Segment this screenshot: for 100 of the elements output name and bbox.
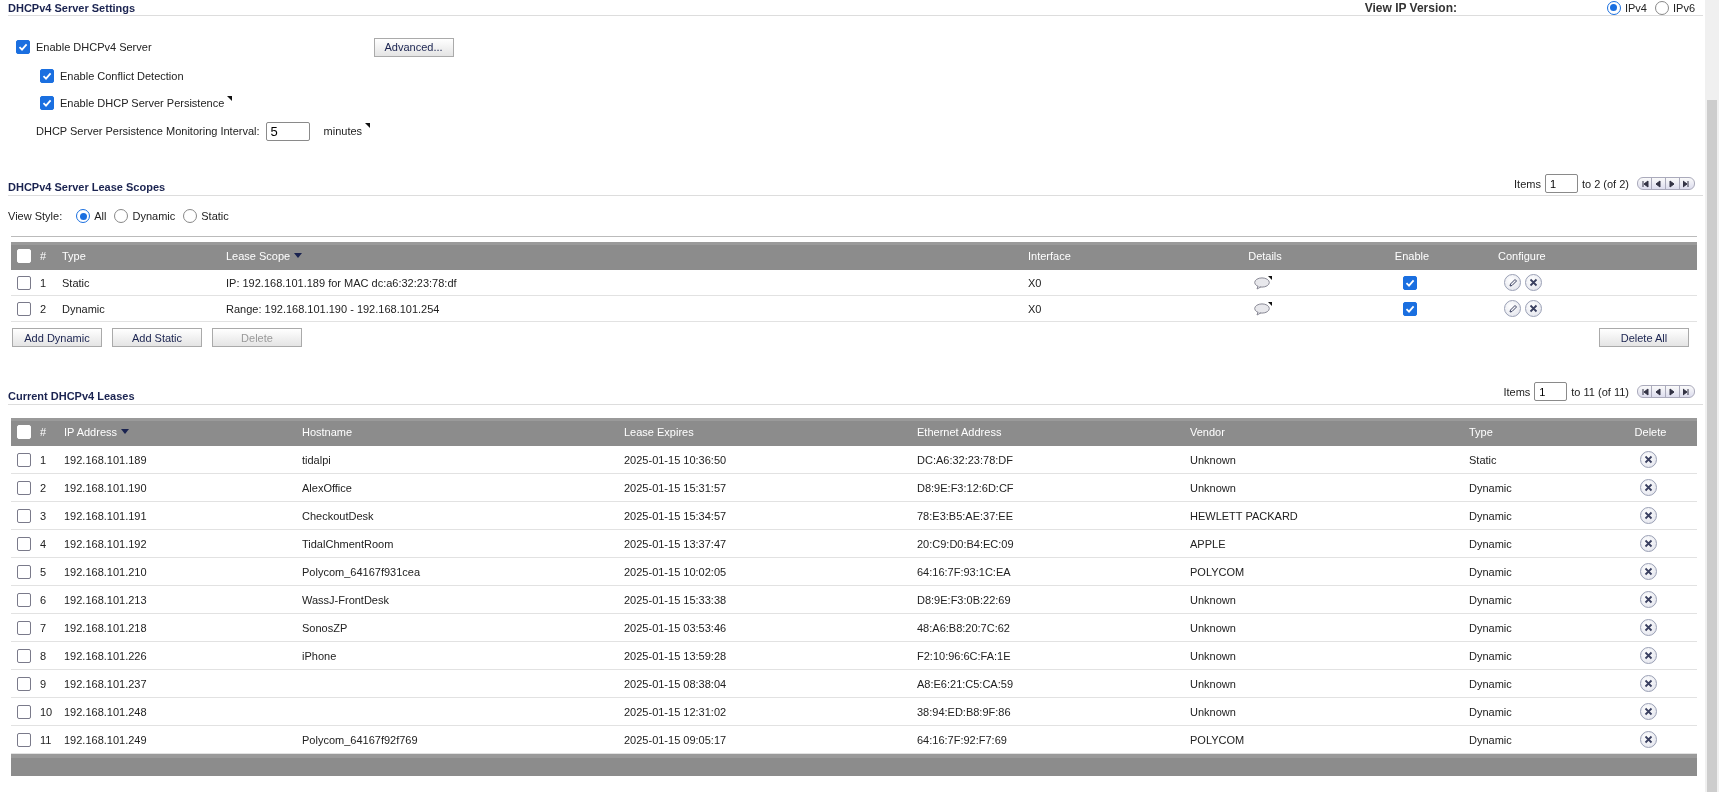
delete-button[interactable] <box>1640 451 1657 468</box>
next-page-button[interactable] <box>1666 386 1680 397</box>
table-cell-text: 5 <box>39 565 48 578</box>
radio-button[interactable] <box>114 209 129 223</box>
delete-all-button[interactable]: Delete All <box>1599 328 1689 347</box>
delete-button[interactable] <box>1640 703 1657 720</box>
page-input[interactable]: 1 <box>1534 382 1568 401</box>
table-cell-text: DC:A6:32:23:78:DF <box>916 453 1014 466</box>
speech-bubble-icon[interactable] <box>1254 301 1272 316</box>
radio-option[interactable]: IPv4 <box>1606 0 1647 15</box>
checkbox[interactable] <box>16 40 30 54</box>
ip-version-label: View IP Version: <box>1364 0 1457 15</box>
table-cell-text: TidalChmentRoom <box>301 537 395 550</box>
row-checkbox[interactable] <box>16 508 31 523</box>
interval-label: DHCP Server Persistence Monitoring Interval: <box>36 125 260 137</box>
table-cell-text: Unknown <box>1189 621 1237 634</box>
delete-button[interactable] <box>1640 619 1657 636</box>
select-all-checkbox[interactable] <box>16 424 31 439</box>
close-icon <box>1644 707 1653 716</box>
checkbox[interactable] <box>40 68 54 83</box>
first-page-icon <box>1640 387 1649 396</box>
delete-button[interactable] <box>1525 274 1542 291</box>
row-checkbox[interactable] <box>16 648 31 663</box>
delete-button[interactable] <box>1640 507 1657 524</box>
column-header[interactable]: Type <box>1465 425 1600 438</box>
row-checkbox[interactable] <box>16 704 31 719</box>
page-input[interactable]: 1 <box>1544 174 1578 193</box>
table-cell-text: X0 <box>1027 302 1043 315</box>
row-checkbox[interactable] <box>16 480 31 495</box>
column-header[interactable]: Lease Expires <box>620 425 913 438</box>
column-header[interactable]: Details <box>1200 249 1326 262</box>
table-cell-text: 2025-01-15 15:31:57 <box>623 481 728 494</box>
radio-option[interactable]: All <box>76 209 107 223</box>
action-button[interactable]: Add Static <box>112 328 202 347</box>
delete-button[interactable] <box>1640 563 1657 580</box>
row-checkbox[interactable] <box>16 676 31 691</box>
delete-button[interactable] <box>1640 535 1657 552</box>
column-header[interactable]: Type <box>58 249 222 262</box>
row-checkbox[interactable] <box>16 301 31 316</box>
column-header[interactable]: # <box>36 249 58 262</box>
table-cell-text: 192.168.101.189 <box>63 453 148 466</box>
enable-checkbox[interactable] <box>1403 301 1417 316</box>
radio-button[interactable] <box>183 209 198 223</box>
row-checkbox[interactable] <box>16 620 31 635</box>
row-checkbox[interactable] <box>16 452 31 467</box>
section-title: DHCPv4 Server Settings <box>8 1 136 14</box>
radio-button[interactable] <box>1606 0 1621 15</box>
column-header[interactable]: Ethernet Address <box>913 425 1186 438</box>
radio-option[interactable]: Static <box>183 209 229 223</box>
delete-button[interactable] <box>1640 591 1657 608</box>
row-checkbox[interactable] <box>16 275 31 290</box>
close-icon <box>1529 278 1538 287</box>
select-all-checkbox[interactable] <box>16 248 31 263</box>
items-label: Items <box>1503 385 1531 398</box>
column-header[interactable]: Configure <box>1494 249 1697 262</box>
next-page-button[interactable] <box>1666 178 1680 189</box>
delete-button[interactable] <box>1640 647 1657 664</box>
column-header[interactable]: Hostname <box>298 425 620 438</box>
table-cell-text: 192.168.101.210 <box>63 565 148 578</box>
radio-button[interactable] <box>76 209 91 223</box>
row-checkbox[interactable] <box>16 564 31 579</box>
interval-input[interactable]: 5 <box>265 121 310 141</box>
column-header[interactable]: Vendor <box>1186 425 1465 438</box>
column-header[interactable]: Enable <box>1326 249 1494 262</box>
action-button[interactable]: Add Dynamic <box>12 328 102 347</box>
advanced-button[interactable]: Advanced... <box>373 37 454 57</box>
table-cell-text: AlexOffice <box>301 481 353 494</box>
row-checkbox[interactable] <box>16 592 31 607</box>
option-label: Enable DHCPv4 Server <box>36 41 152 53</box>
checkbox[interactable] <box>40 95 54 110</box>
items-label: Items <box>1514 177 1541 190</box>
radio-option[interactable]: IPv6 <box>1655 0 1695 15</box>
table-cell-text: 192.168.101.191 <box>63 509 148 522</box>
row-checkbox[interactable] <box>16 732 31 747</box>
radio-option[interactable]: Dynamic <box>114 209 176 223</box>
pencil-icon <box>1507 303 1518 314</box>
speech-bubble-icon[interactable] <box>1254 275 1272 290</box>
table-cell-text: 192.168.101.249 <box>63 733 148 746</box>
enable-checkbox[interactable] <box>1403 275 1417 290</box>
table-cell-text: 9 <box>39 677 48 690</box>
column-header[interactable]: IP Address <box>60 425 298 438</box>
table-cell-text: POLYCOM <box>1189 733 1246 746</box>
table-cell-text: SonosZP <box>301 621 349 634</box>
last-page-icon <box>1682 179 1692 188</box>
table-cell-text: 192.168.101.213 <box>63 593 148 606</box>
delete-button[interactable] <box>1640 731 1657 748</box>
table-cell-text: 8 <box>39 649 48 662</box>
column-header[interactable]: Lease Scope <box>222 249 1024 262</box>
column-header[interactable]: Delete <box>1600 425 1697 438</box>
column-header[interactable]: # <box>36 425 60 438</box>
delete-button[interactable] <box>1640 675 1657 692</box>
delete-button[interactable] <box>1525 300 1542 317</box>
section-title: Current DHCPv4 Leases <box>8 390 135 402</box>
scrollbar[interactable] <box>1705 0 1719 792</box>
table-cell-text: Polycom_64167f92f769 <box>301 733 419 746</box>
delete-button[interactable] <box>1640 479 1657 496</box>
column-header[interactable]: Interface <box>1024 249 1200 262</box>
row-checkbox[interactable] <box>16 536 31 551</box>
radio-button[interactable] <box>1655 0 1669 15</box>
close-icon <box>1644 735 1653 744</box>
